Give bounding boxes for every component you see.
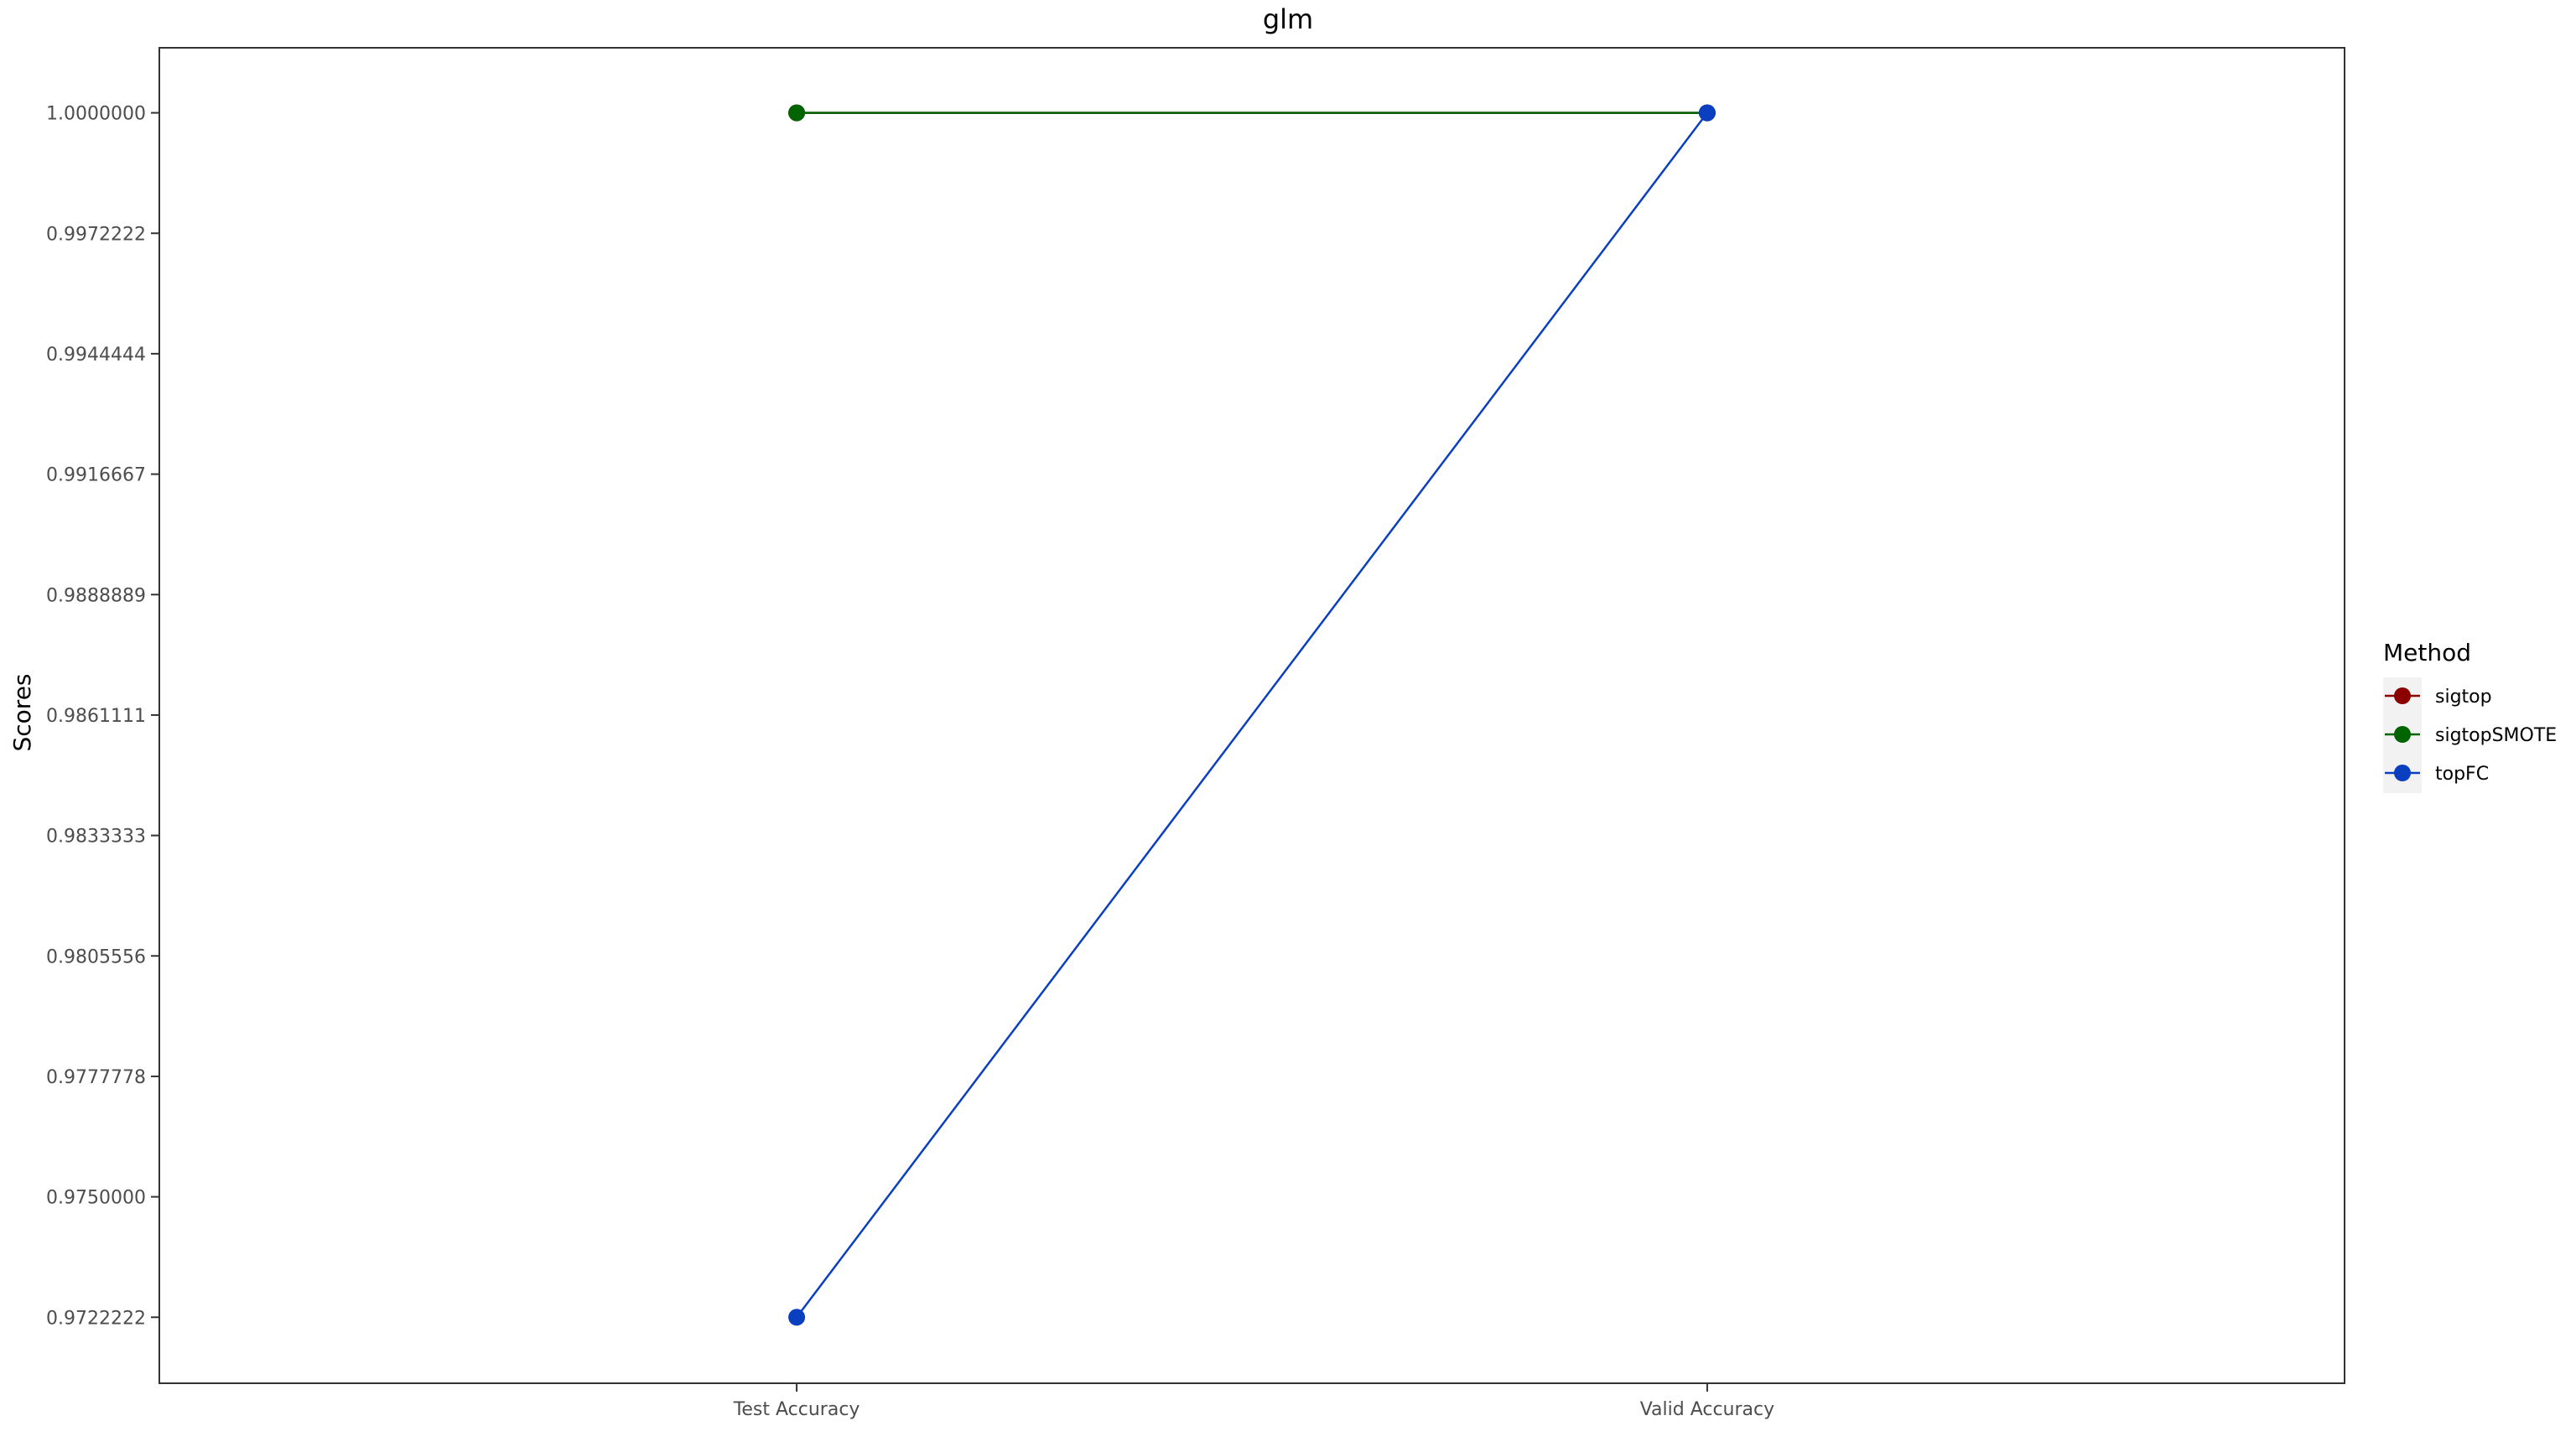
y-tick-label: 1.0000000: [46, 104, 146, 125]
series-layer: [788, 104, 1716, 1326]
x-tick-label: Valid Accuracy: [1640, 1399, 1774, 1420]
y-tick-label: 0.9750000: [46, 1188, 146, 1209]
y-tick-label: 0.9888889: [46, 585, 146, 606]
y-tick-label: 0.9972222: [46, 224, 146, 245]
legend-title: Method: [2383, 639, 2471, 666]
y-tick-label: 0.9916667: [46, 465, 146, 486]
legend-label: topFC: [2435, 764, 2489, 785]
chart-root: glm Scores 0.9722222 0.9750000 0.9777778 0.…: [0, 0, 2576, 1449]
legend-key-point: [2394, 765, 2411, 781]
legend-label: sigtopSMOTE: [2435, 725, 2557, 746]
y-tick-label: 0.9944444: [46, 345, 146, 366]
y-tick-label: 0.9722222: [46, 1308, 146, 1329]
legend-label: sigtop: [2435, 687, 2492, 708]
data-point: [788, 104, 806, 122]
legend: Method sigtop sigtopSMOTE topFC: [2383, 639, 2557, 793]
y-tick-label: 0.9861111: [46, 706, 146, 727]
y-tick-label: 0.9777778: [46, 1067, 146, 1088]
series-line: [796, 111, 1708, 1319]
series-sigtopSMOTE: [788, 104, 1716, 122]
y-axis-ticks: 0.9722222 0.9750000 0.9777778 0.9805556 0.98…: [46, 104, 159, 1329]
x-tick-label: Test Accuracy: [733, 1399, 860, 1420]
y-tick-label: 0.9805556: [46, 946, 146, 967]
y-axis-title: Scores: [8, 673, 36, 751]
data-point: [1698, 104, 1716, 122]
x-axis-ticks: Test Accuracy Valid Accuracy: [733, 1383, 1774, 1420]
y-tick-label: 0.9833333: [46, 827, 146, 848]
legend-key-point: [2394, 726, 2411, 743]
series-topFC: [788, 104, 1716, 1326]
chart-title: glm: [1263, 3, 1313, 35]
legend-key-point: [2394, 687, 2411, 704]
line-chart: glm Scores 0.97222220.97500000.97777780.…: [8, 3, 2557, 1420]
data-point: [788, 1309, 806, 1326]
